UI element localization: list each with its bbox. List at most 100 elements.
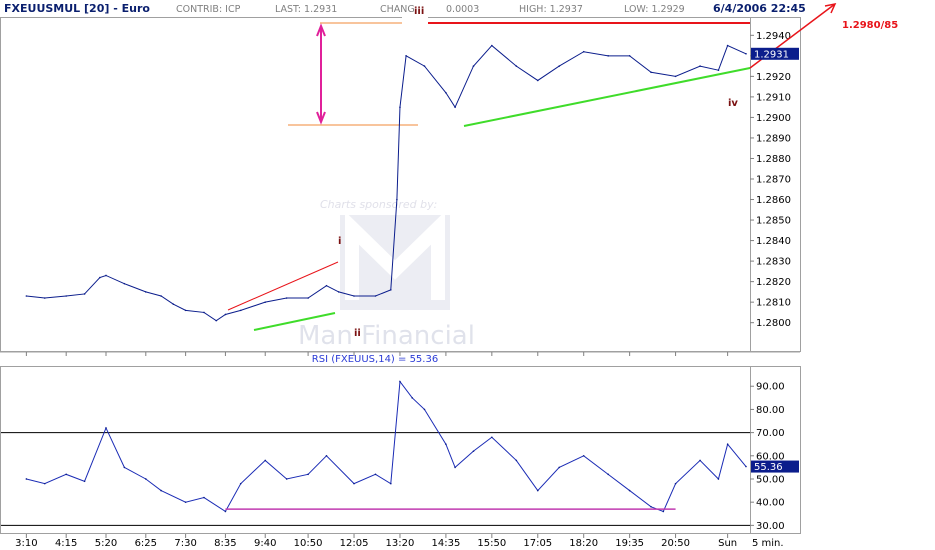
rsi-point [123, 466, 126, 469]
rsi-tick-label: 50.00 [756, 474, 785, 485]
price-tick-label: 1.2870 [756, 175, 791, 186]
rsi-point [607, 473, 609, 476]
rsi-point [515, 459, 518, 462]
price-tick-label: 1.2900 [756, 113, 791, 124]
rsi-point [674, 482, 677, 485]
rsi-point [307, 473, 309, 476]
x-axis-unit-label: 5 min. [752, 538, 784, 549]
rsi-point [43, 482, 46, 485]
price-point [285, 297, 288, 299]
target-label: 1.2980/85 [842, 20, 898, 31]
high-label: HIGH: 1.2937 [519, 4, 583, 15]
rsi-point [65, 473, 67, 476]
rsi-point [25, 478, 28, 480]
price-point [374, 295, 377, 297]
rsi-tick-label: 70.00 [756, 428, 785, 439]
rsi-point [239, 482, 242, 485]
low-label: LOW: 1.2929 [624, 4, 685, 15]
rsi-last-badge: 55.36 [751, 460, 799, 473]
price-tick-label: 1.2890 [756, 133, 791, 144]
price-point [582, 50, 585, 53]
price-tick-label: 1.2920 [756, 72, 791, 83]
rsi-point [264, 459, 267, 462]
x-tick-label: Sun [718, 538, 737, 549]
x-tick-label: 9:40 [254, 538, 276, 549]
rsi-point [389, 482, 392, 485]
x-tick-label: 12:05 [340, 538, 369, 549]
rsi-last-badge-text: 55.36 [754, 462, 783, 473]
price-point [325, 284, 328, 287]
wave-iv-label: iv [728, 98, 738, 109]
rsi-tick-label: 90.00 [756, 382, 785, 393]
rsi-point [145, 478, 147, 480]
price-tick-label: 1.2910 [756, 92, 791, 103]
price-point [224, 313, 227, 316]
price-tick-label: 1.2800 [756, 318, 791, 329]
price-point [536, 79, 539, 82]
rsi-point [536, 489, 539, 492]
rsi-point [472, 450, 475, 452]
rsi-point [160, 489, 162, 492]
price-point [25, 295, 28, 297]
symbol-label: FXEUUSMUL [20] - Euro [4, 2, 150, 15]
sponsor-brand: Man Financial [298, 321, 475, 351]
price-point [215, 319, 218, 322]
price-point [558, 65, 561, 67]
price-point [264, 301, 267, 303]
chart-canvas: FXEUUSMUL [20] - Euro CONTRIB: ICP LAST:… [0, 2, 898, 549]
price-point [726, 44, 729, 47]
rsi-point [184, 501, 187, 503]
wave-ii-label: ii [354, 328, 361, 339]
change-label: CHANG [380, 4, 415, 15]
x-tick-label: 18:20 [569, 538, 598, 549]
price-point [353, 295, 355, 297]
price-point [389, 289, 392, 291]
x-tick-label: 8:35 [214, 538, 236, 549]
rsi-point [717, 478, 720, 480]
rsi-point [203, 496, 205, 499]
rsi-point [285, 478, 288, 480]
x-tick-label: 3:10 [15, 538, 37, 549]
price-point [472, 65, 475, 67]
last-label: LAST: 1.2931 [275, 4, 337, 15]
price-tick-label: 1.2880 [756, 154, 791, 165]
price-point [745, 52, 747, 55]
price-point [674, 75, 677, 78]
rsi-tick-label: 40.00 [756, 498, 785, 509]
x-tick-label: 20:50 [661, 538, 690, 549]
rsi-point [650, 506, 652, 508]
x-tick-label: 7:30 [174, 538, 196, 549]
price-point [337, 291, 340, 293]
rsi-point [582, 454, 585, 457]
price-tick-label: 1.2840 [756, 236, 791, 247]
rsi-point [325, 454, 328, 457]
rsi-point [745, 465, 747, 468]
sponsor-text: Charts sponsored by: [320, 198, 437, 211]
rsi-point [374, 473, 377, 476]
rsi-point [726, 443, 729, 446]
x-tick-label: 5:20 [95, 538, 117, 549]
price-tick-label: 1.2810 [756, 298, 791, 309]
x-tick-label: 15:50 [477, 538, 506, 549]
contrib-label: CONTRIB: ICP [176, 4, 241, 15]
rsi-point [423, 408, 426, 411]
wave-i-label: i [338, 236, 341, 247]
rsi-tick-label: 80.00 [756, 405, 785, 416]
wave-iii-label: iii [414, 6, 424, 17]
price-point [445, 91, 447, 94]
datetime-label: 6/4/2006 22:45 [713, 2, 806, 15]
rsi-title: RSI (FXEUUS,14) = 55.36 [312, 354, 438, 365]
rsi-point [83, 480, 86, 483]
price-last-badge-text: 1.2931 [754, 49, 789, 60]
x-tick-label: 17:05 [523, 538, 552, 549]
price-tick-label: 1.2850 [756, 216, 791, 227]
price-point [515, 65, 518, 67]
rsi-point [399, 380, 401, 383]
price-point [491, 44, 493, 47]
rsi-point [628, 489, 631, 492]
price-point [239, 309, 242, 312]
price-y-axis: 1.29401.29301.29201.29101.29001.28901.28… [750, 31, 791, 329]
rsi-point [454, 466, 456, 469]
price-point [43, 297, 46, 299]
price-point [454, 106, 456, 108]
